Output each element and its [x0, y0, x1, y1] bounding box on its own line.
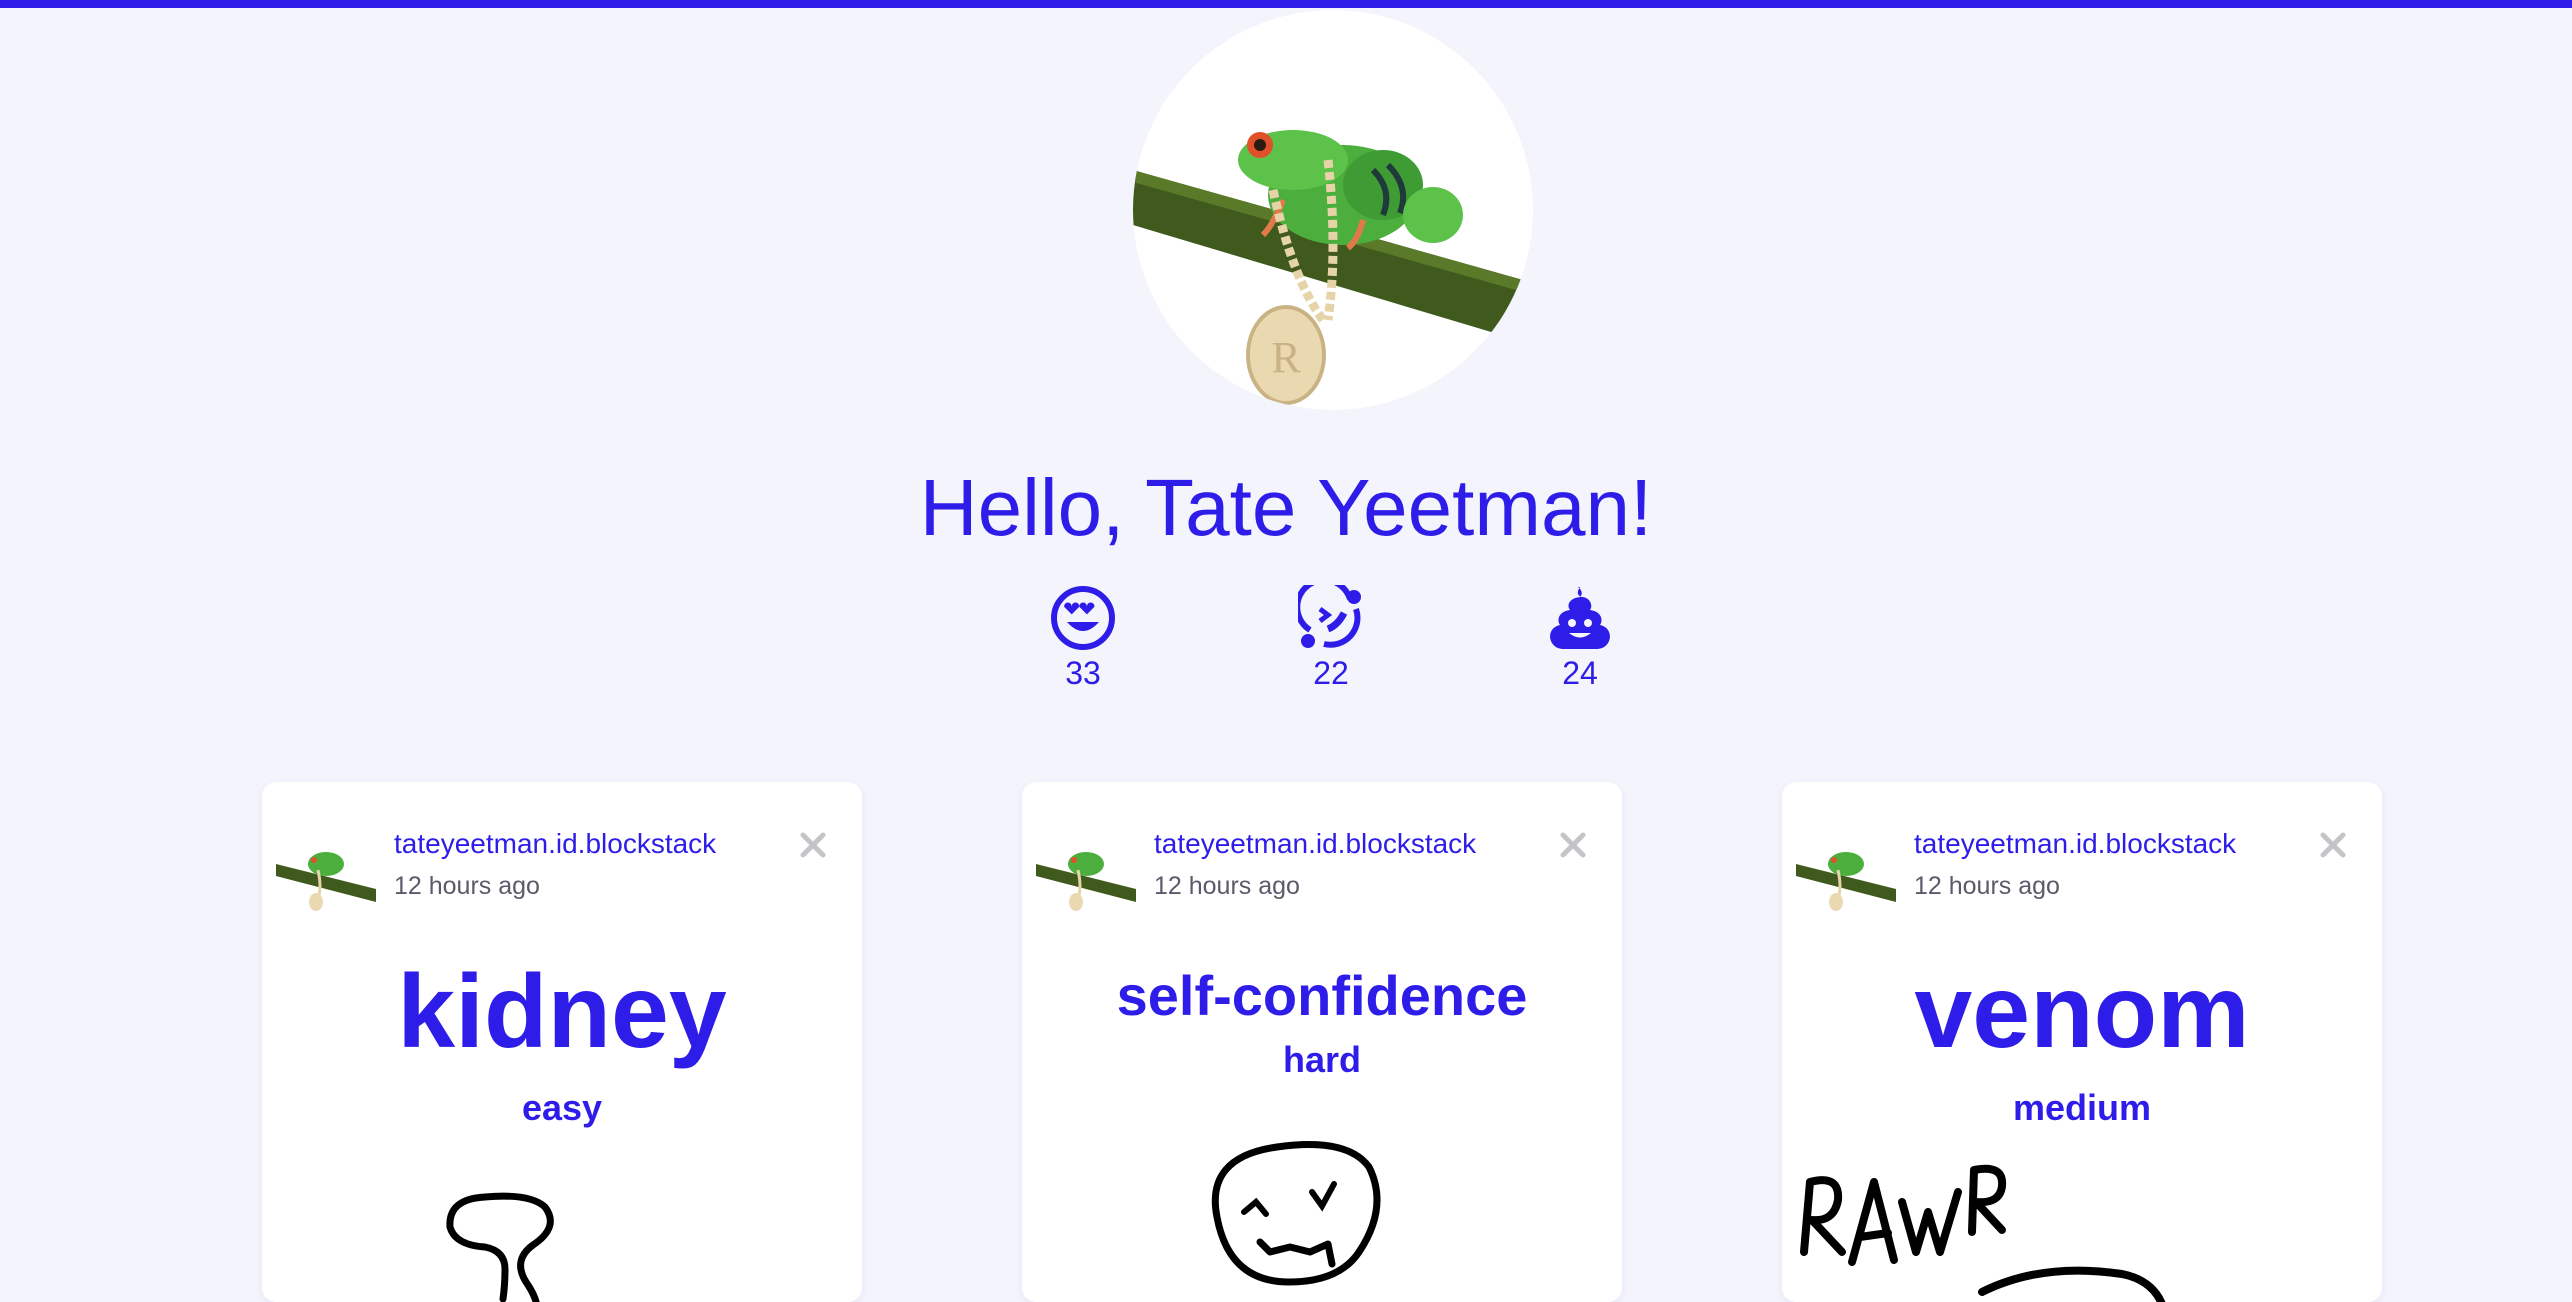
- swirl-face-count: 22: [1313, 655, 1349, 691]
- card-timestamp: 12 hours ago: [394, 872, 540, 900]
- card-difficulty: hard: [1282, 1039, 1361, 1080]
- card-difficulty: easy: [521, 1087, 603, 1128]
- card-drawing: [446, 1192, 554, 1302]
- card-drawing: [1800, 1164, 2166, 1302]
- greeting-heading: Hello, Tate Yeetman!: [919, 463, 1653, 552]
- user-avatar-icon: [1796, 852, 1896, 911]
- close-icon[interactable]: [2318, 830, 2348, 860]
- card-username[interactable]: tateyeetman.id.blockstack: [1914, 826, 2236, 862]
- user-avatar-icon: [1036, 852, 1136, 911]
- top-accent-bar: [0, 0, 2572, 8]
- heart-eyes-count: 33: [1065, 655, 1101, 691]
- drawing-card[interactable]: tateyeetman.id.blockstack 12 hours ago v…: [1782, 782, 2382, 1302]
- stat-heart-eyes[interactable]: 33: [1013, 585, 1153, 693]
- heart-eyes-face-icon: [1051, 586, 1115, 650]
- stat-poop[interactable]: 24: [1510, 585, 1650, 693]
- card-timestamp: 12 hours ago: [1914, 872, 2060, 900]
- drawing-card[interactable]: tateyeetman.id.blockstack 12 hours ago k…: [262, 782, 862, 1302]
- card-difficulty: medium: [2012, 1087, 2152, 1128]
- close-icon[interactable]: [1558, 830, 1588, 860]
- card-username[interactable]: tateyeetman.id.blockstack: [394, 826, 716, 862]
- profile-avatar: R: [1133, 10, 1533, 410]
- poop-count: 24: [1562, 655, 1598, 691]
- card-word: venom: [1914, 954, 2250, 1070]
- user-avatar-icon: [276, 852, 376, 911]
- stat-swirl-face[interactable]: 22: [1261, 585, 1401, 693]
- swirl-face-icon: [1298, 585, 1361, 648]
- svg-text:R: R: [1271, 333, 1301, 382]
- frog-avatar-icon: R: [1133, 130, 1523, 405]
- card-timestamp: 12 hours ago: [1154, 872, 1300, 900]
- card-word: kidney: [397, 954, 727, 1070]
- card-username[interactable]: tateyeetman.id.blockstack: [1154, 826, 1476, 862]
- poop-icon: [1550, 587, 1610, 649]
- card-drawing: [1211, 1141, 1381, 1286]
- card-word: self-confidence: [1116, 964, 1528, 1027]
- drawing-card[interactable]: tateyeetman.id.blockstack 12 hours ago s…: [1022, 782, 1622, 1302]
- close-icon[interactable]: [798, 830, 828, 860]
